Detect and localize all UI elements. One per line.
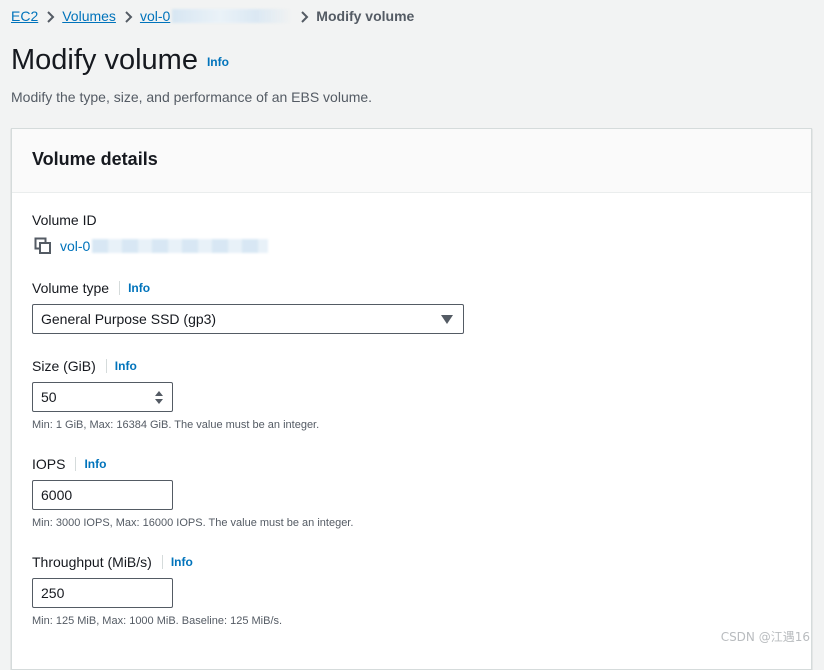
volume-type-info-link[interactable]: Info (128, 281, 150, 295)
iops-label: IOPS (32, 456, 66, 472)
label-divider (105, 359, 107, 373)
breadcrumb-volumes[interactable]: Volumes (62, 8, 116, 24)
redacted-text (92, 239, 269, 253)
iops-input-value: 6000 (41, 487, 73, 503)
throughput-info-link[interactable]: Info (171, 555, 193, 569)
volume-id-link[interactable]: vol-0 (60, 238, 90, 254)
breadcrumb-volume-id[interactable]: vol-0 (140, 8, 170, 24)
label-divider (119, 281, 121, 295)
caret-down-icon (441, 315, 453, 324)
label-divider (161, 555, 163, 569)
breadcrumb-current: Modify volume (316, 8, 415, 24)
volume-id-label: Volume ID (32, 212, 97, 228)
label-divider (75, 457, 77, 471)
chevron-right-icon (292, 8, 316, 24)
breadcrumb: EC2 Volumes vol-0 Modify volume (11, 6, 414, 26)
stepper-up-icon[interactable] (155, 391, 163, 396)
redacted-text (172, 9, 293, 23)
size-input[interactable]: 50 (32, 382, 173, 412)
volume-id-value-row: vol-0 (34, 237, 269, 255)
iops-label-row: IOPS Info (32, 456, 106, 472)
size-input-value: 50 (41, 389, 57, 405)
iops-constraint-text: Min: 3000 IOPS, Max: 16000 IOPS. The val… (32, 517, 354, 529)
throughput-input-value: 250 (41, 585, 65, 601)
size-info-link[interactable]: Info (115, 359, 137, 373)
volume-type-select[interactable]: General Purpose SSD (gp3) (32, 304, 464, 334)
throughput-label-row: Throughput (MiB/s) Info (32, 554, 193, 570)
size-label-row: Size (GiB) Info (32, 358, 137, 374)
volume-details-panel: Volume details Volume ID vol-0 Volume ty… (11, 128, 812, 670)
size-label: Size (GiB) (32, 358, 96, 374)
panel-header: Volume details (12, 129, 811, 193)
chevron-right-icon (38, 8, 62, 24)
throughput-input[interactable]: 250 (32, 578, 173, 608)
throughput-constraint-text: Min: 125 MiB, Max: 1000 MiB. Baseline: 1… (32, 615, 283, 627)
panel-title: Volume details (32, 149, 158, 169)
breadcrumb-ec2[interactable]: EC2 (11, 8, 38, 24)
copy-icon[interactable] (34, 237, 52, 255)
size-constraint-text: Min: 1 GiB, Max: 16384 GiB. The value mu… (32, 419, 320, 431)
watermark: CSDN @江遇16 (720, 630, 810, 644)
stepper-down-icon[interactable] (155, 399, 163, 404)
chevron-right-icon (116, 8, 140, 24)
page-info-link[interactable]: Info (207, 55, 229, 69)
throughput-label: Throughput (MiB/s) (32, 554, 152, 570)
volume-type-selected-value: General Purpose SSD (gp3) (41, 311, 217, 327)
page-header: Modify volume Info (11, 44, 229, 77)
number-stepper-icon[interactable] (155, 391, 164, 405)
page-description: Modify the type, size, and performance o… (11, 89, 373, 105)
iops-info-link[interactable]: Info (84, 457, 106, 471)
volume-type-label-row: Volume type Info (32, 280, 150, 296)
volume-id-label-row: Volume ID (32, 212, 97, 228)
page-title: Modify volume (11, 44, 198, 76)
iops-input[interactable]: 6000 (32, 480, 173, 510)
volume-type-label: Volume type (32, 280, 110, 296)
